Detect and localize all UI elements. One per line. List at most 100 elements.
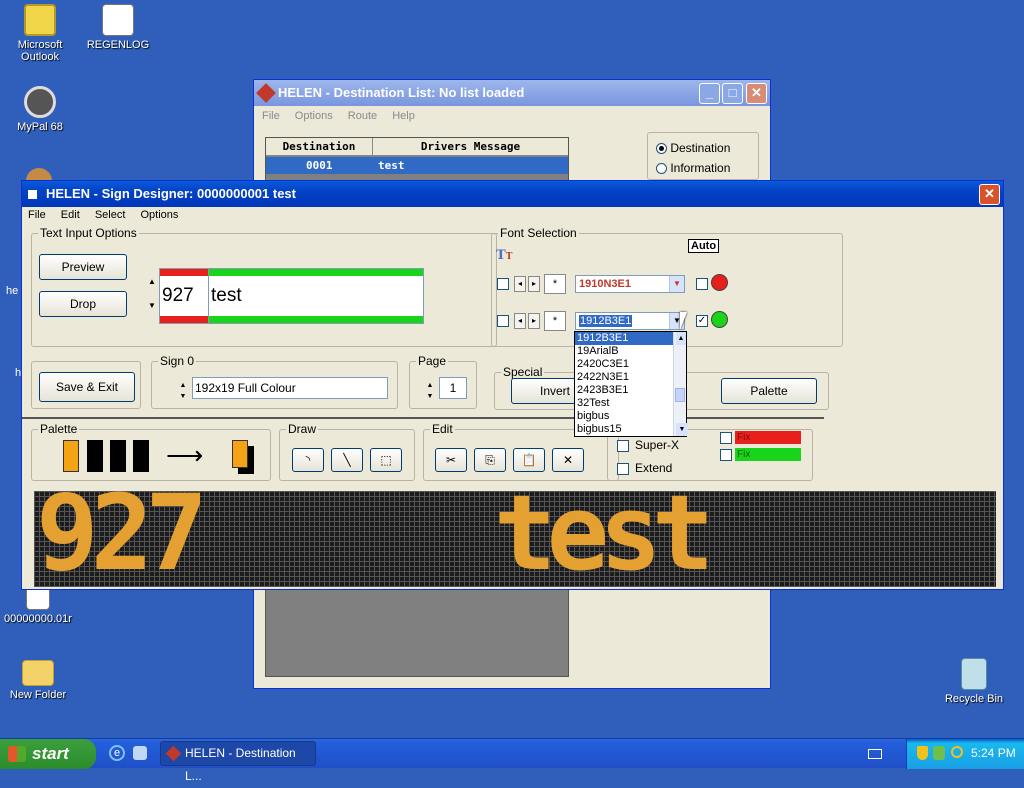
- desktop-icon-new-folder[interactable]: New Folder: [0, 660, 76, 701]
- route-spinner[interactable]: ▲ ▼: [145, 270, 159, 320]
- network-icon[interactable]: [933, 746, 945, 760]
- group-label: Palette: [38, 422, 80, 436]
- security-shield-icon[interactable]: [917, 746, 928, 760]
- sign-designer-window[interactable]: HELEN - Sign Designer: 0000000001 test ✕…: [21, 180, 1004, 590]
- delete-button[interactable]: ✕: [552, 448, 584, 472]
- chevron-down-icon[interactable]: ▼: [669, 276, 684, 292]
- font-option[interactable]: 2420C3E1: [575, 358, 673, 371]
- palette-button[interactable]: Palette: [721, 378, 817, 404]
- desktop-icon-recycle-bin[interactable]: Recycle Bin: [936, 658, 1012, 705]
- desktop-icon-mypal[interactable]: MyPal 68: [2, 86, 78, 133]
- menu-options[interactable]: Options: [295, 110, 333, 122]
- window-title: HELEN - Sign Designer: 0000000001 test: [46, 186, 296, 201]
- taskbar-button-helen[interactable]: HELEN - Destination L...: [160, 741, 316, 783]
- search-icon[interactable]: [951, 746, 963, 758]
- font2-combo[interactable]: 1912B3E1 ▼: [575, 312, 685, 330]
- cut-button[interactable]: ✂: [435, 448, 467, 472]
- radio-destination[interactable]: Destination: [656, 141, 730, 155]
- menu-select[interactable]: Select: [95, 209, 126, 221]
- maximize-button[interactable]: □: [722, 83, 743, 104]
- system-tray: 5:24 PM: [906, 739, 1024, 769]
- menu-file[interactable]: File: [262, 110, 280, 122]
- desktop-icon-file[interactable]: 00000000.01r: [0, 584, 76, 625]
- cell-message: test: [378, 159, 405, 172]
- palette-swatch-amber[interactable]: [63, 440, 79, 472]
- palette-swatch-black[interactable]: [87, 440, 103, 472]
- font2-star-field[interactable]: *: [544, 311, 566, 331]
- font2-prev-button[interactable]: ◂: [514, 313, 526, 329]
- radio-information[interactable]: Information: [656, 161, 730, 175]
- menu-file[interactable]: File: [28, 209, 46, 221]
- separator-line: [22, 417, 824, 419]
- super-x-checkbox[interactable]: [617, 440, 629, 452]
- start-button[interactable]: start: [0, 739, 96, 769]
- menu-help[interactable]: Help: [392, 110, 415, 122]
- menu-edit[interactable]: Edit: [61, 209, 80, 221]
- led-sign-preview[interactable]: 927 test: [34, 491, 996, 587]
- minimize-button[interactable]: _: [699, 83, 720, 104]
- table-row[interactable]: 0001 test: [266, 157, 568, 174]
- save-exit-button[interactable]: Save & Exit: [39, 372, 135, 402]
- font1-combo[interactable]: 1910N3E1 ▼: [575, 275, 685, 293]
- scroll-thumb[interactable]: [675, 388, 685, 402]
- menu-options[interactable]: Options: [140, 209, 178, 221]
- fix-red-checkbox[interactable]: [720, 432, 732, 444]
- font2-auto-checkbox[interactable]: ✓: [696, 315, 708, 327]
- scroll-down-button[interactable]: ▼: [676, 423, 688, 436]
- font1-checkbox[interactable]: [497, 278, 509, 290]
- draw-group: Draw ◝ ╲ ⬚: [279, 422, 415, 481]
- page-field[interactable]: 1: [439, 377, 467, 399]
- font-dropdown-list[interactable]: 1912B3E1 19ArialB 2420C3E1 2422N3E1 2423…: [574, 331, 688, 437]
- quicklaunch-app-icon[interactable]: [133, 746, 147, 760]
- line-tool-button[interactable]: ╲: [331, 448, 363, 472]
- rectangle-tool-button[interactable]: ⬚: [370, 448, 402, 472]
- drop-button[interactable]: Drop: [39, 291, 127, 317]
- dropdown-scrollbar[interactable]: ▲ ▼: [673, 332, 688, 436]
- paste-button[interactable]: 📋: [513, 448, 545, 472]
- red-color-indicator[interactable]: [711, 274, 728, 291]
- sign-size-field[interactable]: 192x19 Full Colour: [192, 377, 388, 399]
- font2-checkbox[interactable]: [497, 315, 509, 327]
- destination-text-field[interactable]: test: [208, 268, 424, 324]
- copy-button[interactable]: ⎘: [474, 448, 506, 472]
- green-color-indicator[interactable]: [711, 311, 728, 328]
- close-button[interactable]: ✕: [979, 184, 1000, 205]
- font-option[interactable]: bigbus: [575, 410, 673, 423]
- font1-prev-button[interactable]: ◂: [514, 276, 526, 292]
- close-button[interactable]: ✕: [746, 83, 767, 104]
- route-number-field[interactable]: 927: [159, 268, 209, 324]
- font1-auto-checkbox[interactable]: [696, 278, 708, 290]
- page-spinner[interactable]: ▲ ▼: [423, 380, 437, 404]
- palette-swatch-black[interactable]: [110, 440, 126, 472]
- desktop-icon-label: Microsoft: [17, 39, 63, 51]
- font-option[interactable]: 19ArialB: [575, 345, 673, 358]
- sign-spinner[interactable]: ▲ ▼: [176, 380, 190, 404]
- destination-window-titlebar[interactable]: HELEN - Destination List: No list loaded…: [254, 80, 770, 106]
- keyboard-icon[interactable]: [868, 749, 882, 759]
- desktop-icon-regenlog[interactable]: REGENLOG: [80, 4, 156, 51]
- invert-button[interactable]: Invert: [511, 378, 581, 404]
- curve-tool-button[interactable]: ◝: [292, 448, 324, 472]
- menu-route[interactable]: Route: [348, 110, 377, 122]
- desktop-icon-outlook[interactable]: Microsoft Outlook: [2, 4, 78, 63]
- designer-titlebar[interactable]: HELEN - Sign Designer: 0000000001 test ✕: [22, 181, 1003, 207]
- font-option[interactable]: bigbus15: [575, 423, 673, 436]
- preview-button[interactable]: Preview: [39, 254, 127, 280]
- font-option[interactable]: 2423B3E1: [575, 384, 673, 397]
- extend-checkbox[interactable]: [617, 463, 629, 475]
- font1-star-field[interactable]: *: [544, 274, 566, 294]
- font-option[interactable]: 32Test: [575, 397, 673, 410]
- page-group: Page ▲ ▼ 1: [409, 354, 477, 409]
- column-header-drivers-message[interactable]: Drivers Message: [373, 138, 568, 156]
- group-label: Sign 0: [158, 354, 197, 368]
- font-option[interactable]: 2422N3E1: [575, 371, 673, 384]
- font1-next-button[interactable]: ▸: [528, 276, 540, 292]
- fix-green-checkbox[interactable]: [720, 449, 732, 461]
- palette-swatch-black[interactable]: [133, 440, 149, 472]
- current-color-indicator: [232, 440, 256, 474]
- font2-next-button[interactable]: ▸: [528, 313, 540, 329]
- scroll-up-button[interactable]: ▲: [676, 332, 686, 345]
- quicklaunch-ie-icon[interactable]: e: [109, 745, 125, 761]
- column-header-destination[interactable]: Destination: [266, 138, 373, 156]
- font-option[interactable]: 1912B3E1: [575, 332, 673, 345]
